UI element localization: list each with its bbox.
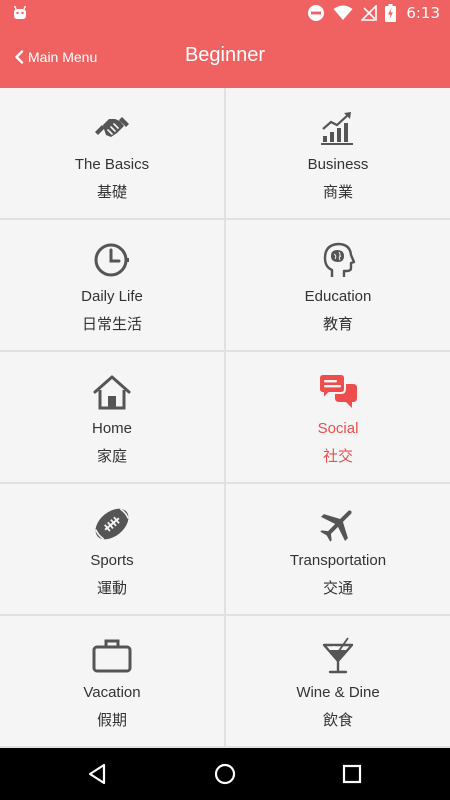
recents-square-icon[interactable] (340, 762, 364, 786)
category-label-en: Home (91, 420, 132, 437)
cocktail-icon (322, 637, 354, 674)
clock-icon (94, 243, 129, 277)
category-label-zh: 社交 (322, 447, 353, 465)
category-label-zh: 運動 (96, 579, 127, 597)
category-label-zh: 飲食 (322, 711, 353, 729)
category-education[interactable]: Education 教育 (226, 220, 450, 350)
category-the-basics[interactable]: The Basics 基礎 (0, 88, 224, 218)
do-not-disturb-icon (308, 5, 325, 21)
category-label-en: Daily Life (81, 288, 143, 305)
category-label-zh: 基礎 (96, 183, 127, 201)
airplane-icon (320, 510, 352, 542)
category-label-en: Social (317, 420, 359, 437)
category-label-zh: 日常生活 (81, 315, 142, 333)
android-icon (13, 5, 27, 19)
category-label-en: Wine & Dine (296, 684, 380, 701)
category-transportation[interactable]: Transportation 交通 (226, 484, 450, 614)
category-label-en: Vacation (83, 684, 141, 701)
handshake-icon (95, 117, 129, 137)
category-vacation[interactable]: Vacation 假期 (0, 616, 224, 746)
brain-head-icon (323, 242, 356, 277)
back-triangle-icon[interactable] (86, 762, 110, 786)
battery-charging-icon (385, 4, 397, 22)
home-circle-icon[interactable] (213, 762, 237, 786)
clock-time: 6:13 (406, 4, 440, 22)
growth-chart-icon (321, 112, 353, 145)
house-icon (93, 375, 131, 410)
no-signal-icon (361, 5, 378, 21)
chat-bubbles-icon (318, 373, 357, 408)
category-label-zh: 家庭 (96, 447, 127, 465)
category-social[interactable]: Social 社交 (226, 352, 450, 482)
category-wine-and-dine[interactable]: Wine & Dine 飲食 (226, 616, 450, 746)
category-label-en: Business (307, 156, 369, 173)
category-daily-life[interactable]: Daily Life 日常生活 (0, 220, 224, 350)
category-label-zh: 教育 (322, 315, 353, 333)
category-label-en: Transportation (289, 552, 387, 569)
category-label-zh: 假期 (96, 711, 127, 729)
category-label-zh: 商業 (322, 183, 353, 201)
app-bar: Main Menu Beginner (0, 26, 450, 88)
category-label-zh: 交通 (322, 579, 353, 597)
main-menu-back-button[interactable]: Main Menu (14, 46, 97, 68)
status-bar: 6:13 (0, 0, 450, 26)
wifi-icon (333, 5, 353, 20)
category-sports[interactable]: Sports 運動 (0, 484, 224, 614)
category-home[interactable]: Home 家庭 (0, 352, 224, 482)
suitcase-icon (92, 639, 132, 673)
chevron-left-icon (15, 50, 24, 64)
category-label-en: Sports (90, 552, 134, 569)
back-label: Main Menu (28, 49, 98, 65)
football-icon (95, 508, 129, 540)
system-nav-bar (0, 748, 450, 800)
category-grid: The Basics 基礎 Business 商業 Daily Life 日常生… (0, 88, 450, 748)
category-label-en: The Basics (74, 156, 150, 173)
category-business[interactable]: Business 商業 (226, 88, 450, 218)
category-label-en: Education (304, 288, 372, 305)
